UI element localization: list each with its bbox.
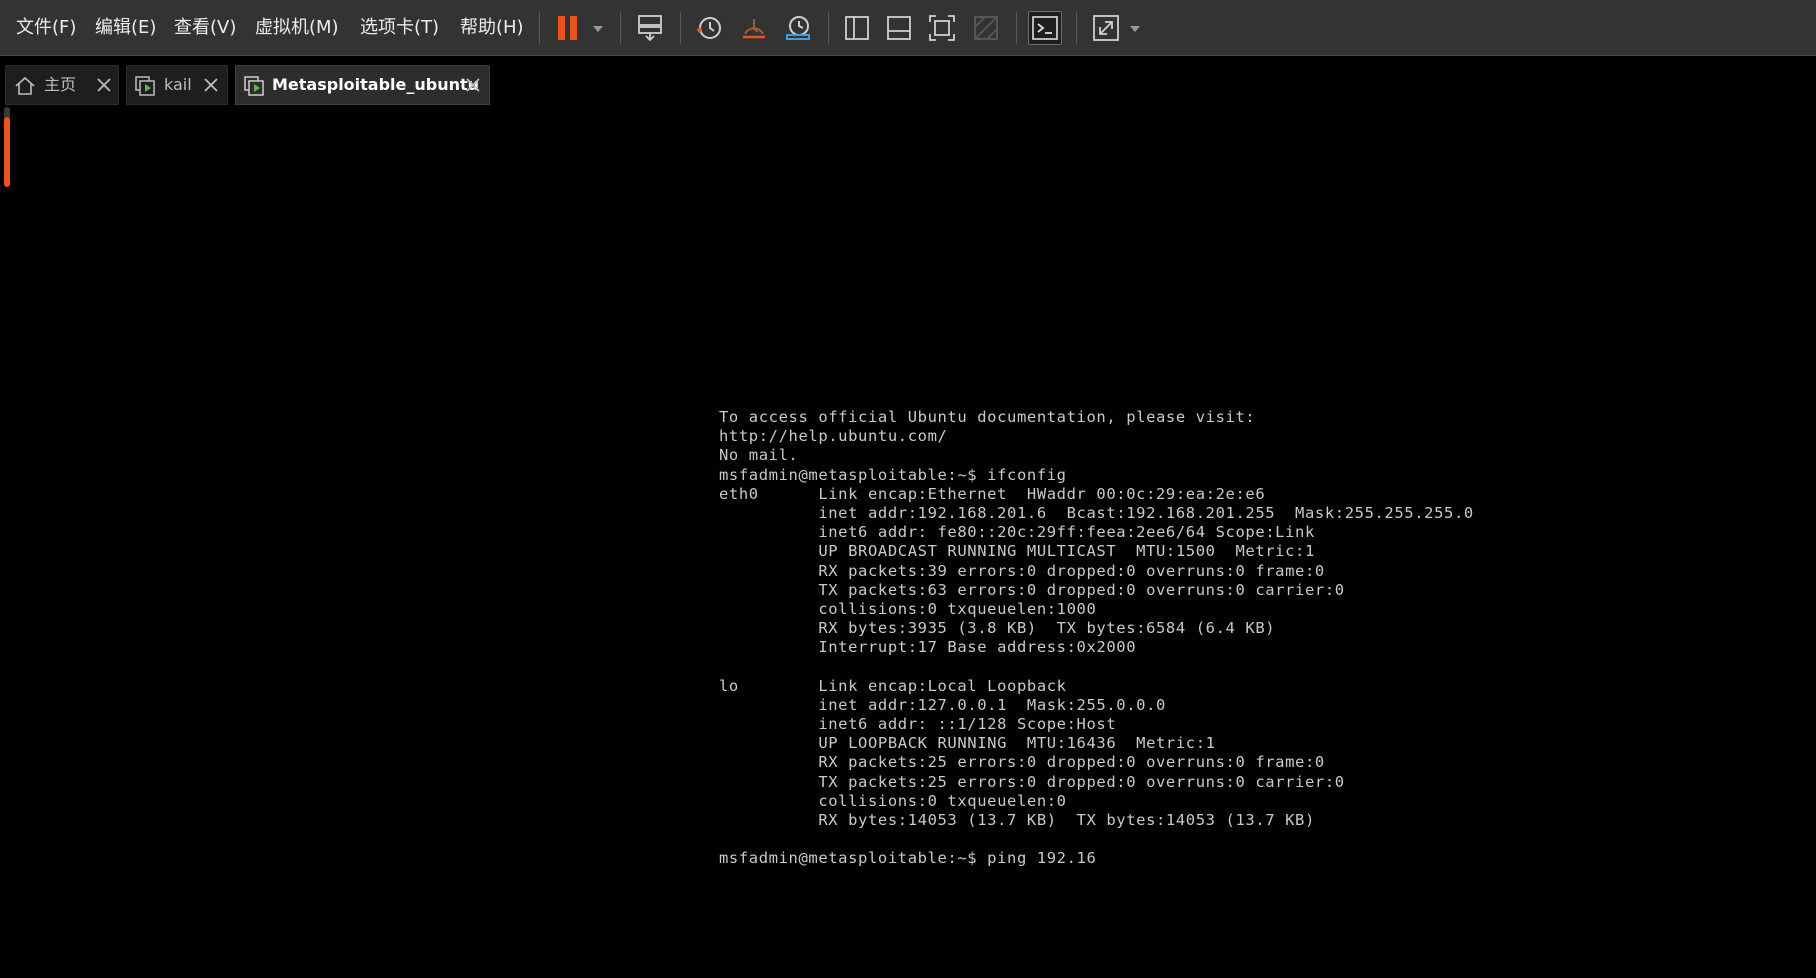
close-icon[interactable] [465, 77, 481, 93]
show-library-icon [845, 16, 869, 40]
menu-tabs[interactable]: 选项卡(T) [360, 14, 439, 42]
unity-icon [974, 16, 998, 40]
terminal-line: RX packets:25 errors:0 dropped:0 overrun… [719, 753, 1325, 772]
tab-label: kail [164, 75, 192, 94]
terminal-line: msfadmin@metasploitable:~$ ifconfig [719, 465, 1067, 484]
pause-button[interactable] [551, 11, 585, 45]
tab-label: 主页 [44, 75, 77, 94]
close-icon[interactable] [203, 77, 219, 93]
menu-file[interactable]: 文件(F) [16, 14, 76, 42]
tab-bar: 主页 kail Metasploitable_ubuntu [0, 57, 1816, 107]
menu-edit[interactable]: 编辑(E) [95, 14, 156, 42]
send-ctrl-alt-del-button[interactable] [633, 11, 667, 45]
tab-kail[interactable]: kail [126, 65, 228, 105]
terminal-line: To access official Ubuntu documentation,… [719, 408, 1256, 426]
stretch-guest-button[interactable] [1089, 11, 1123, 45]
tab-home[interactable]: 主页 [5, 65, 119, 105]
take-snapshot-icon [697, 17, 721, 39]
terminal-output: To access official Ubuntu documentation,… [719, 408, 1474, 869]
terminal-line: inet6 addr: ::1/128 Scope:Host [719, 715, 1117, 733]
full-screen-button[interactable] [925, 11, 959, 45]
menu-toolbar: 文件(F) 编辑(E) 查看(V) 虚拟机(M) 选项卡(T) 帮助(H) [0, 0, 1816, 56]
menu-view[interactable]: 查看(V) [174, 14, 236, 42]
vmware-window: 文件(F) 编辑(E) 查看(V) 虚拟机(M) 选项卡(T) 帮助(H) 主页… [0, 0, 1816, 978]
terminal-line: msfadmin@metasploitable:~$ ping 192.16 [719, 849, 1097, 868]
show-library-button[interactable] [840, 11, 874, 45]
stretch-guest-icon [1093, 15, 1119, 41]
toolbar-separator [1016, 12, 1017, 44]
terminal-line: http://help.ubuntu.com/ [719, 427, 948, 446]
show-thumbnail-bar-button[interactable] [882, 11, 916, 45]
toolbar-separator [539, 12, 540, 44]
terminal-line: RX bytes:14053 (13.7 KB) TX bytes:14053 … [719, 810, 1315, 829]
terminal-line: Interrupt:17 Base address:0x2000 [719, 638, 1137, 657]
toolbar-separator [680, 12, 681, 44]
revert-snapshot-icon [743, 19, 765, 39]
unity-button[interactable] [969, 11, 1003, 45]
terminal-line: UP BROADCAST RUNNING MULTICAST MTU:1500 … [719, 542, 1315, 561]
menu-help[interactable]: 帮助(H) [460, 14, 524, 42]
revert-snapshot-button[interactable] [737, 11, 771, 45]
snapshot-manager-icon [786, 16, 810, 40]
chevron-down-icon[interactable] [590, 22, 606, 36]
terminal-line: RX bytes:3935 (3.8 KB) TX bytes:6584 (6.… [719, 619, 1276, 638]
snapshot-manager-button[interactable] [781, 11, 815, 45]
send-ctrl-alt-del-icon [638, 15, 662, 42]
vm-running-icon [135, 76, 155, 96]
terminal-line: inet6 addr: fe80::20c:29ff:feea:2ee6/64 … [719, 523, 1315, 542]
take-snapshot-button[interactable] [692, 11, 726, 45]
show-thumbnail-bar-icon [887, 16, 911, 40]
full-screen-icon [929, 15, 955, 41]
home-icon [15, 76, 35, 95]
terminal-line: inet addr:192.168.201.6 Bcast:192.168.20… [719, 503, 1474, 522]
scrollbar-thumb[interactable] [4, 117, 10, 187]
toolbar-separator [620, 12, 621, 44]
pause-icon [558, 16, 577, 40]
terminal-line: collisions:0 txqueuelen:1000 [719, 599, 1097, 618]
terminal-line: lo Link encap:Local Loopback [719, 676, 1067, 695]
menu-vm[interactable]: 虚拟机(M) [255, 14, 339, 42]
tab-metasploitable-ubuntu[interactable]: Metasploitable_ubuntu [235, 65, 490, 105]
terminal-line: inet addr:127.0.0.1 Mask:255.0.0.0 [719, 695, 1166, 714]
terminal-line: collisions:0 txqueuelen:0 [719, 791, 1067, 810]
tab-label: Metasploitable_ubuntu [272, 75, 480, 94]
terminal-line: TX packets:25 errors:0 dropped:0 overrun… [719, 772, 1345, 791]
chevron-down-icon[interactable] [1127, 22, 1143, 36]
terminal-line: TX packets:63 errors:0 dropped:0 overrun… [719, 580, 1345, 599]
vm-running-icon [244, 76, 264, 96]
console-view-icon [1032, 16, 1058, 40]
terminal-line: No mail. [719, 446, 799, 465]
terminal-line: UP LOOPBACK RUNNING MTU:16436 Metric:1 [719, 734, 1216, 753]
toolbar-separator [828, 12, 829, 44]
console-view-button[interactable] [1028, 11, 1062, 45]
terminal-line: RX packets:39 errors:0 dropped:0 overrun… [719, 561, 1325, 580]
terminal-line: eth0 Link encap:Ethernet HWaddr 00:0c:29… [719, 484, 1266, 503]
vm-console[interactable]: To access official Ubuntu documentation,… [0, 107, 1816, 978]
close-icon[interactable] [96, 77, 112, 93]
toolbar-separator [1076, 12, 1077, 44]
